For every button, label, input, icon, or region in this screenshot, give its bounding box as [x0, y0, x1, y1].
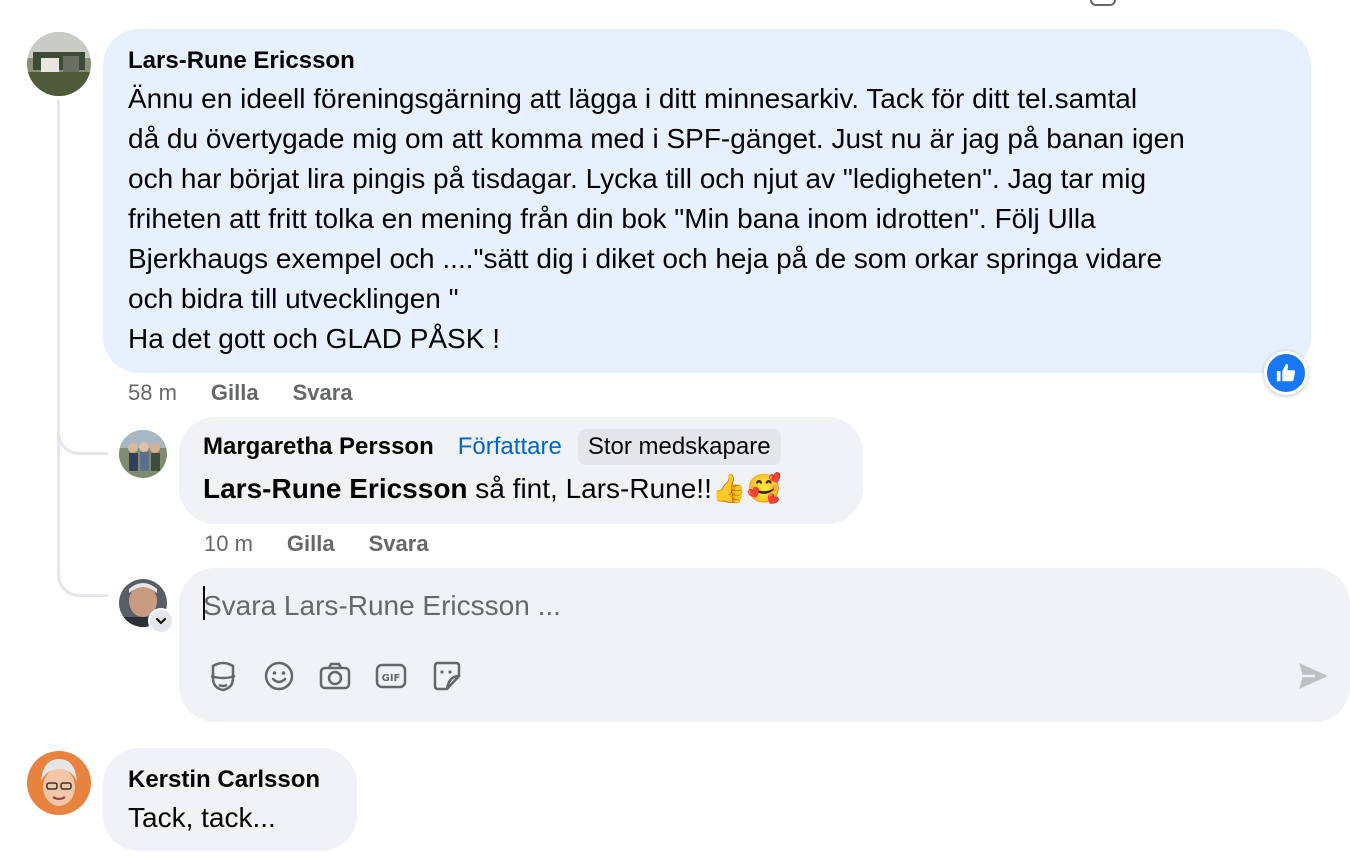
comment-text: Ännu en ideell föreningsgärning att lägg… — [128, 79, 1298, 359]
reply-header: Margaretha Persson Författare Stor medsk… — [203, 429, 781, 465]
like-button[interactable]: Gilla — [287, 531, 335, 557]
reply-text: Lars-Rune Ericsson så fint, Lars-Rune!!👍… — [203, 469, 782, 509]
comment-line: Ha det gott och GLAD PÅSK ! — [128, 323, 500, 354]
sticker-icon[interactable] — [429, 658, 465, 694]
like-icon[interactable] — [1264, 351, 1308, 395]
comment-line: och bidra till utvecklingen " — [128, 283, 459, 314]
comment-author[interactable]: Lars-Rune Ericsson — [128, 47, 355, 75]
comment-bubble: Kerstin Carlsson Tack, tack... — [103, 748, 357, 851]
comment-line: Ännu en ideell föreningsgärning att lägg… — [128, 83, 1138, 114]
avatar[interactable] — [119, 430, 167, 478]
mention-link[interactable]: Lars-Rune Ericsson — [203, 473, 468, 504]
reply-button[interactable]: Svara — [293, 380, 353, 406]
reply-message: så fint, Lars-Rune!! — [467, 473, 712, 504]
avatar[interactable] — [27, 751, 91, 815]
avatar[interactable] — [27, 32, 91, 96]
comment-meta: 58 m Gilla Svara — [128, 380, 387, 406]
reply-time[interactable]: 10 m — [204, 531, 253, 557]
comment-author[interactable]: Kerstin Carlsson — [128, 766, 320, 794]
reply-input[interactable] — [203, 586, 1303, 626]
contributor-badge[interactable]: Stor medskapare — [577, 429, 781, 465]
thread-connector — [57, 440, 108, 597]
camera-icon[interactable] — [317, 658, 353, 694]
send-icon[interactable] — [1295, 658, 1331, 694]
reply-author[interactable]: Margaretha Persson — [203, 433, 434, 461]
comment-line: då du övertygade mig om att komma med i … — [128, 123, 1185, 154]
comment-line: friheten att fritt tolka en mening från … — [128, 203, 1096, 234]
svg-text:GIF: GIF — [382, 673, 401, 684]
reply-meta: 10 m Gilla Svara — [204, 531, 463, 557]
thread-line — [57, 100, 60, 440]
emoji-icon[interactable] — [261, 658, 297, 694]
partial-icon-top — [1090, 0, 1116, 6]
text-caret — [203, 586, 205, 620]
emoji-thumbs-up-smiling-hearts: 👍🥰 — [711, 472, 782, 505]
author-tag: Författare — [457, 433, 562, 460]
reply-button[interactable]: Svara — [369, 531, 429, 557]
avatar-sticker-icon[interactable] — [205, 658, 241, 694]
chevron-down-icon[interactable] — [148, 608, 174, 634]
comment-text: Tack, tack... — [128, 802, 276, 833]
comment-bubble: Lars-Rune Ericsson Ännu en ideell föreni… — [103, 29, 1311, 373]
reply-composer: GIF — [179, 568, 1350, 722]
comment-line: och har börjat lira pingis på tisdagar. … — [128, 163, 1147, 194]
comment-time[interactable]: 58 m — [128, 380, 177, 406]
reply-bubble: Margaretha Persson Författare Stor medsk… — [179, 417, 863, 524]
like-button[interactable]: Gilla — [211, 380, 259, 406]
comment-line: Bjerkhaugs exempel och ...."sätt dig i d… — [128, 243, 1163, 274]
gif-icon[interactable]: GIF — [373, 658, 409, 694]
